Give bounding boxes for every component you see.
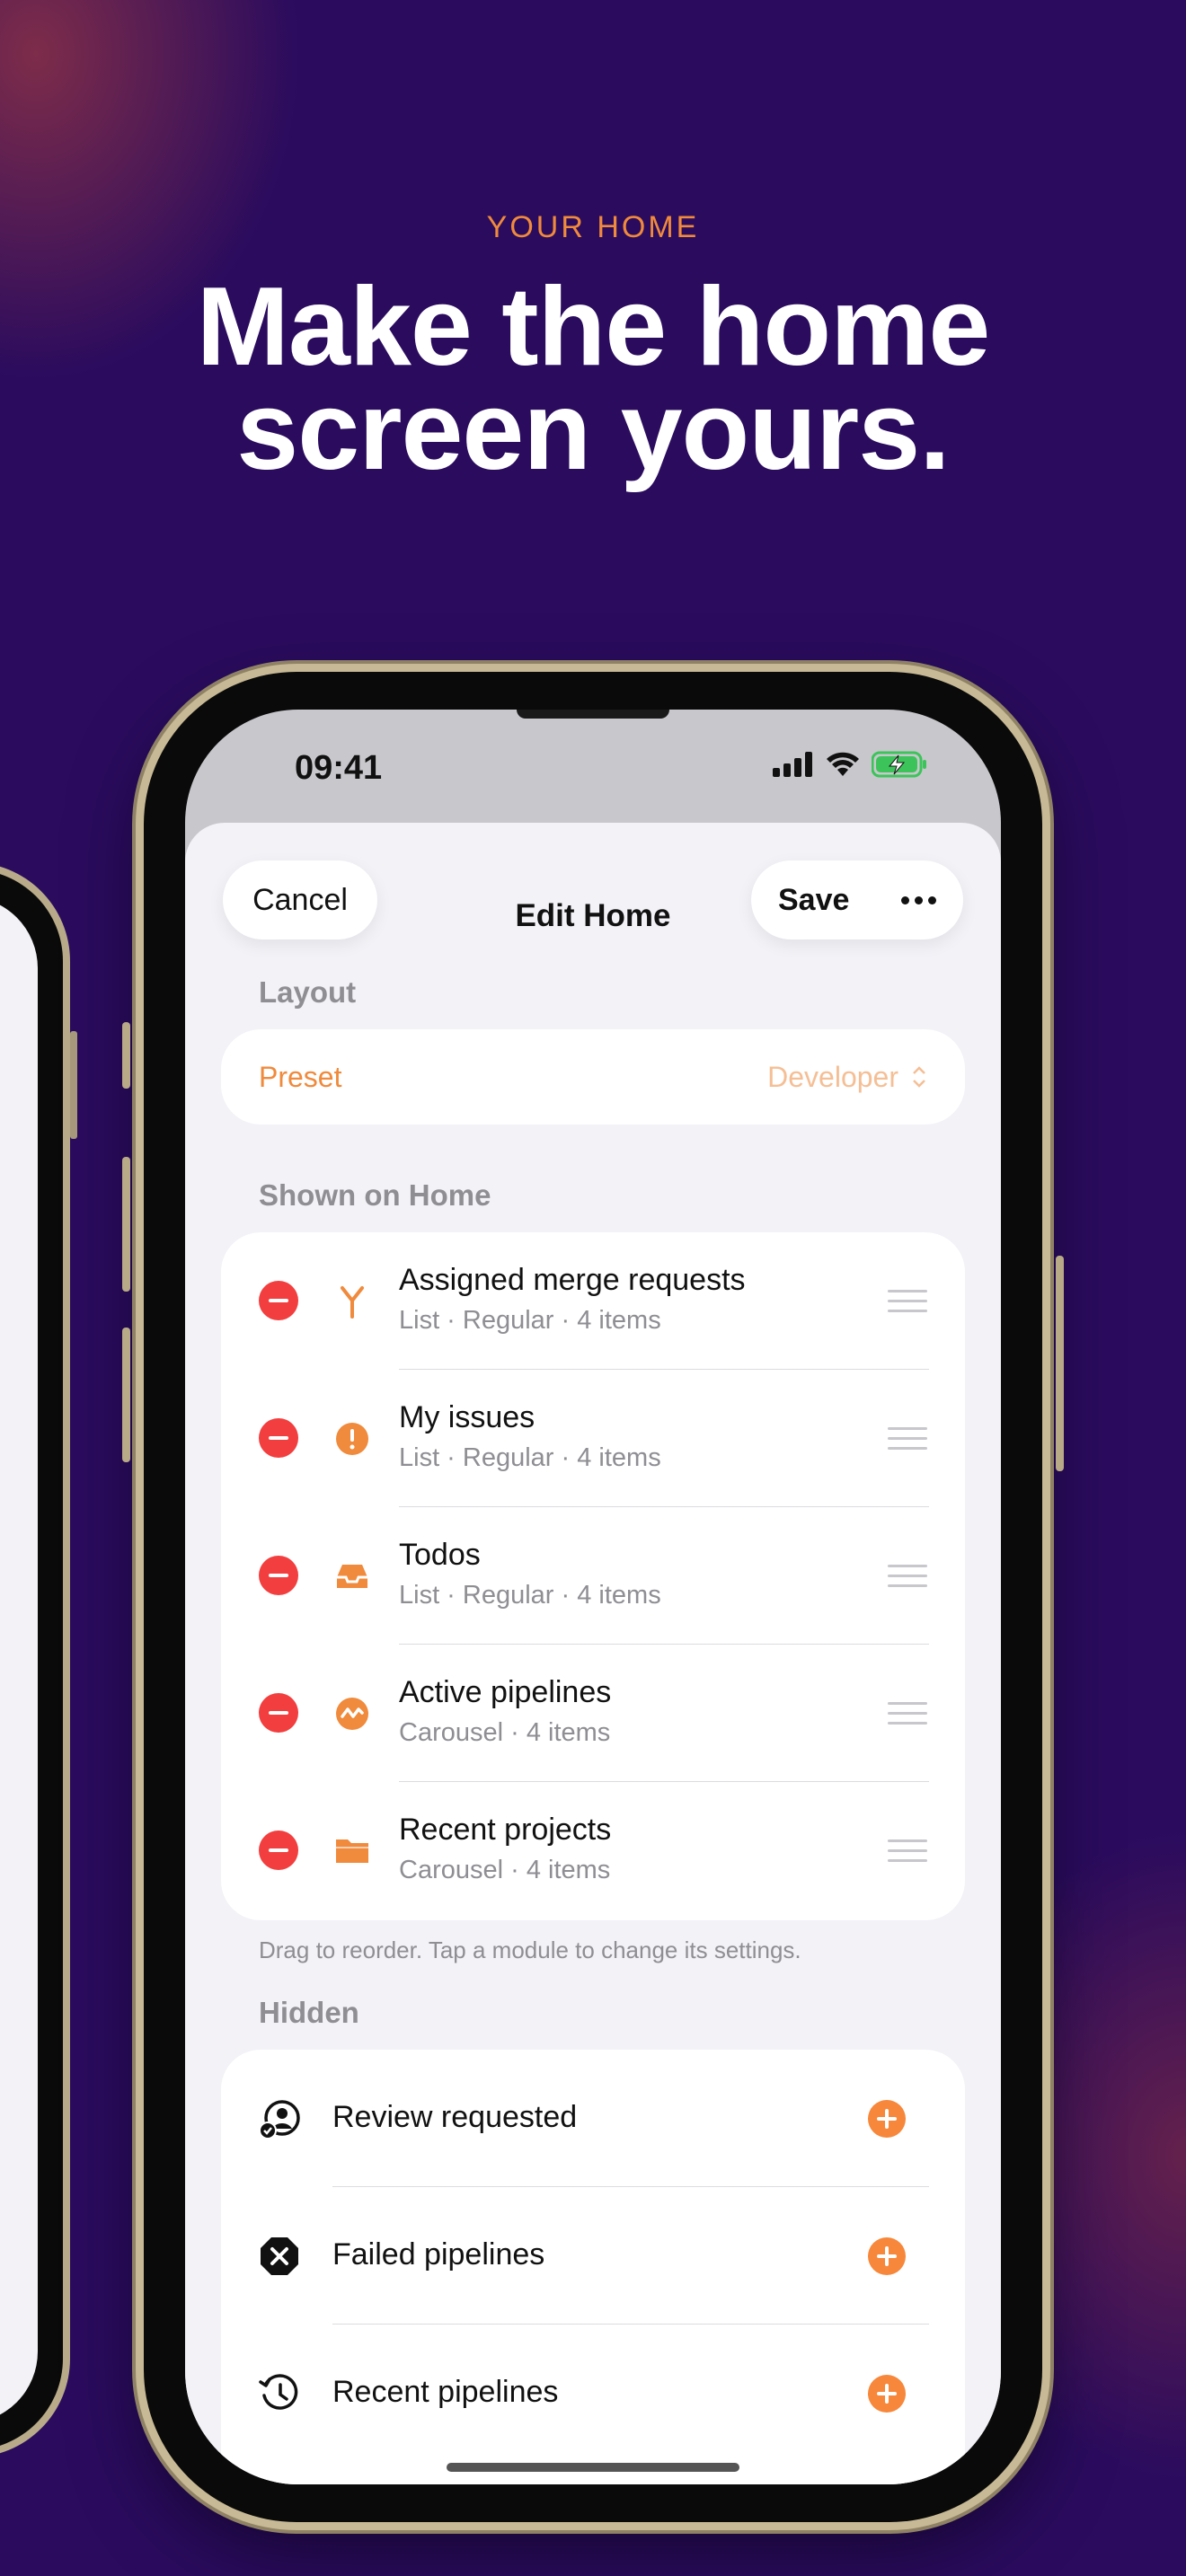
inbox-tray-icon	[337, 1565, 367, 1588]
save-more-group: Save	[751, 860, 963, 940]
module-subtitle: List · Regular · 4 items	[399, 1306, 661, 1335]
drag-handle-icon[interactable]	[888, 1290, 927, 1319]
review-user-icon	[259, 2100, 300, 2139]
edit-home-sheet: Cancel Edit Home Save Layout Preset Deve…	[185, 823, 1001, 2484]
module-row-my-issues[interactable]: My issues List · Regular · 4 items	[221, 1370, 965, 1507]
preset-card: Preset Developer	[221, 1029, 965, 1125]
reorder-hint: Drag to reorder. Tap a module to change …	[259, 1936, 801, 1963]
add-module-button[interactable]	[868, 2375, 906, 2413]
headline-line-2: screen yours.	[236, 369, 950, 493]
preset-label: Preset	[259, 1060, 342, 1093]
volume-down-button	[122, 1328, 130, 1462]
phone-screen: 09:41 Cancel Edit Home Save Layout Prese…	[185, 710, 1001, 2484]
save-button[interactable]: Save	[778, 883, 849, 918]
pipeline-icon	[336, 1698, 368, 1730]
headline: Make the home screen yours.	[0, 265, 1186, 493]
shown-section-label: Shown on Home	[259, 1178, 491, 1212]
hidden-module-title: Review requested	[332, 2100, 578, 2134]
module-title: Recent projects	[399, 1813, 612, 1847]
remove-button[interactable]	[259, 1693, 298, 1733]
left-phone-screen	[0, 896, 38, 2423]
more-icon[interactable]	[901, 895, 936, 904]
wifi-icon	[827, 752, 859, 776]
module-subtitle: Carousel · 4 items	[399, 1718, 611, 1747]
remove-button[interactable]	[259, 1831, 298, 1870]
headline-line-1: Make the home	[196, 265, 991, 389]
status-time: 09:41	[295, 749, 383, 787]
preset-row[interactable]: Preset Developer	[221, 1029, 965, 1125]
power-button	[1056, 1256, 1064, 1471]
history-clock-icon	[259, 2374, 298, 2410]
chevron-up-down-icon	[913, 1066, 925, 1088]
phone-frame: 09:41 Cancel Edit Home Save Layout Prese…	[122, 672, 1064, 2522]
volume-up-button	[122, 1157, 130, 1292]
module-row-active-pipelines[interactable]: Active pipelines Carousel · 4 items	[221, 1645, 965, 1782]
module-subtitle: List · Regular · 4 items	[399, 1443, 661, 1472]
shown-modules-card: Assigned merge requests List · Regular ·…	[221, 1232, 965, 1920]
merge-request-icon	[341, 1286, 364, 1319]
module-title: Todos	[399, 1538, 481, 1572]
hidden-row-recent-pipelines[interactable]: Recent pipelines	[221, 2325, 965, 2462]
module-title: My issues	[399, 1400, 535, 1434]
layout-section-label: Layout	[259, 975, 357, 1009]
remove-button[interactable]	[259, 1556, 298, 1595]
dynamic-island	[517, 710, 669, 719]
add-module-button[interactable]	[868, 2237, 906, 2275]
module-subtitle: Carousel · 4 items	[399, 1856, 611, 1884]
module-title: Active pipelines	[399, 1675, 612, 1709]
hidden-row-review-requested[interactable]: Review requested	[221, 2050, 965, 2187]
left-phone-partial	[0, 862, 77, 2457]
remove-button[interactable]	[259, 1281, 298, 1320]
hidden-module-title: Failed pipelines	[332, 2237, 545, 2272]
drag-handle-icon[interactable]	[888, 1427, 927, 1457]
hidden-row-failed-pipelines[interactable]: Failed pipelines	[221, 2187, 965, 2325]
remove-button[interactable]	[259, 1418, 298, 1458]
module-row-recent-projects[interactable]: Recent projects Carousel · 4 items	[221, 1782, 965, 1919]
folder-icon	[336, 1839, 368, 1863]
status-icons	[773, 751, 927, 778]
drag-handle-icon[interactable]	[888, 1702, 927, 1732]
issue-icon	[336, 1423, 368, 1455]
add-module-button[interactable]	[868, 2100, 906, 2138]
drag-handle-icon[interactable]	[888, 1839, 927, 1869]
preset-value-text: Developer	[767, 1060, 898, 1093]
module-row-assigned-merge-requests[interactable]: Assigned merge requests List · Regular ·…	[221, 1232, 965, 1370]
hidden-module-title: Recent pipelines	[332, 2375, 559, 2409]
action-button	[122, 1022, 130, 1089]
hidden-section-label: Hidden	[259, 1996, 359, 2029]
preset-value: Developer	[767, 1061, 927, 1094]
drag-handle-icon[interactable]	[888, 1565, 927, 1594]
module-row-todos[interactable]: Todos List · Regular · 4 items	[221, 1507, 965, 1645]
left-phone-button	[70, 1031, 77, 1139]
battery-charging-icon	[872, 751, 926, 778]
signal-icon	[773, 752, 812, 777]
hidden-modules-card: Review requested Failed pipelines Recent…	[221, 2050, 965, 2484]
eyebrow-label: YOUR HOME	[486, 210, 700, 244]
failed-x-icon	[261, 2237, 298, 2275]
home-indicator[interactable]	[447, 2463, 739, 2472]
module-subtitle: List · Regular · 4 items	[399, 1581, 661, 1610]
module-title: Assigned merge requests	[399, 1263, 746, 1297]
